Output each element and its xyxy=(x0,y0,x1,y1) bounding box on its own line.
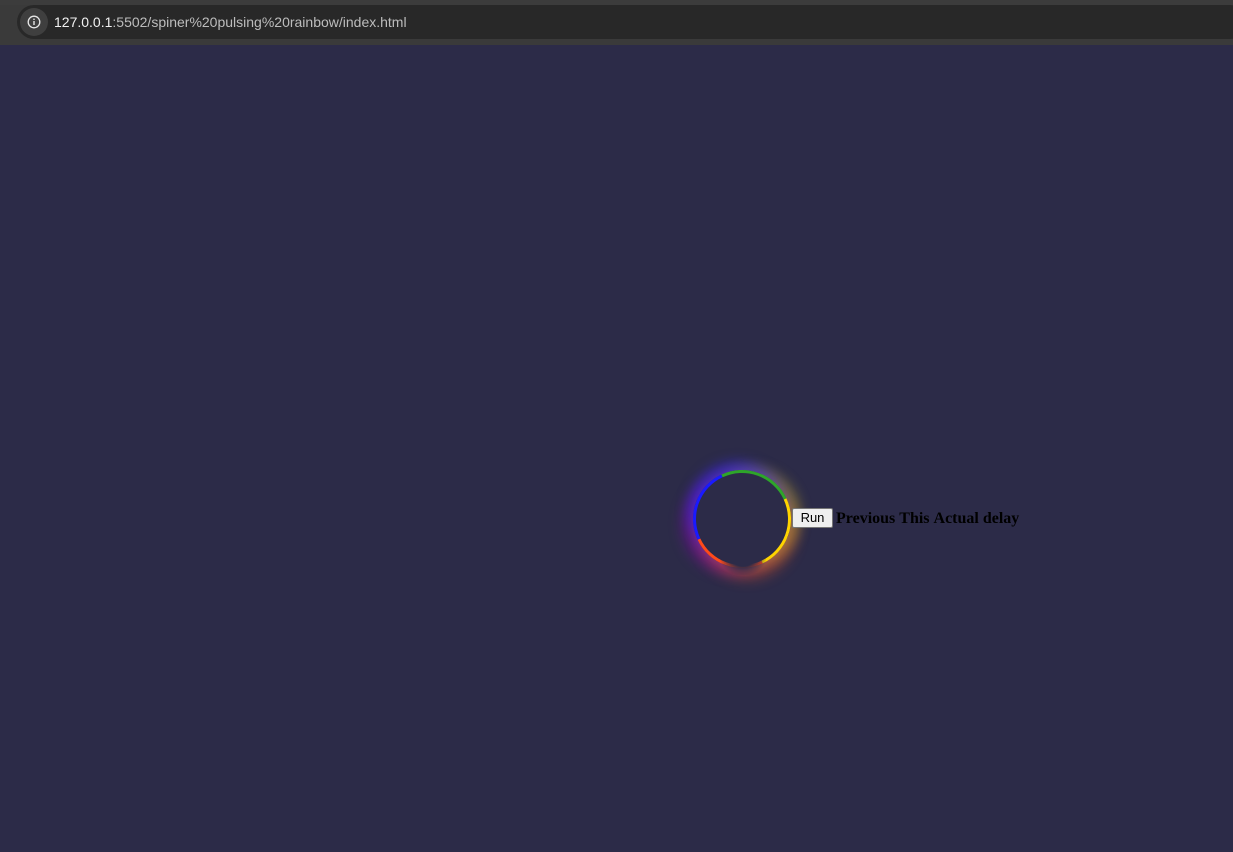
status-word-actual: Actual xyxy=(933,510,979,527)
url-host: 127.0.0.1 xyxy=(54,14,113,30)
status-word-delay: delay xyxy=(982,510,1020,527)
status-word-previous: Previous xyxy=(836,510,896,527)
url-text[interactable]: 127.0.0.1:5502/spiner%20pulsing%20rainbo… xyxy=(54,13,407,31)
browser-toolbar: 127.0.0.1:5502/spiner%20pulsing%20rainbo… xyxy=(0,0,1233,45)
url-path: :5502/spiner%20pulsing%20rainbow/index.h… xyxy=(112,14,407,30)
address-bar[interactable]: 127.0.0.1:5502/spiner%20pulsing%20rainbo… xyxy=(17,5,1233,39)
spinner-fade xyxy=(720,535,766,575)
run-button[interactable]: Run xyxy=(792,508,833,528)
status-text: Previous This Actual delay xyxy=(836,509,1023,528)
info-icon xyxy=(27,15,41,29)
status-word-this: This xyxy=(899,510,930,527)
page-viewport xyxy=(0,45,1233,852)
site-info-button[interactable] xyxy=(20,8,48,36)
